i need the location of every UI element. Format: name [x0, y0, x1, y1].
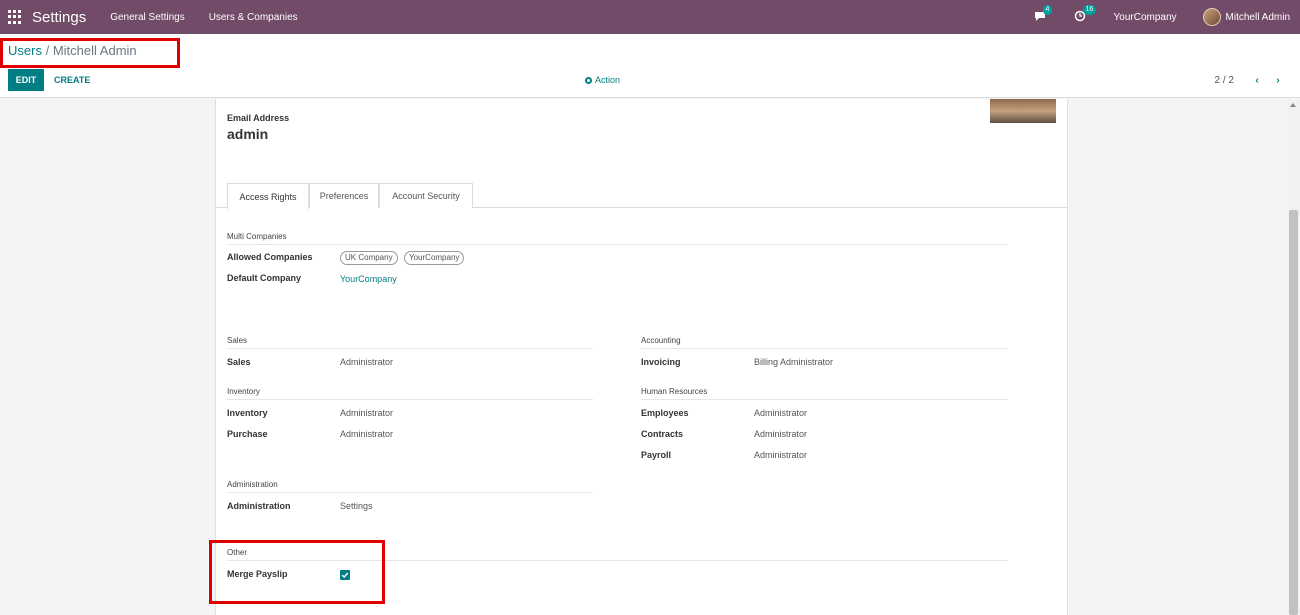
- section-human-resources: Human Resources: [641, 387, 1008, 400]
- purchase-label: Purchase: [227, 429, 268, 439]
- user-name: Mitchell Admin: [1225, 11, 1290, 23]
- section-multi-companies: Multi Companies: [227, 232, 1008, 245]
- employees-value[interactable]: Administrator: [754, 408, 807, 418]
- tab-account-security[interactable]: Account Security: [379, 183, 473, 208]
- inventory-value[interactable]: Administrator: [340, 408, 393, 418]
- contracts-label: Contracts: [641, 429, 684, 439]
- section-administration: Administration: [227, 480, 593, 493]
- form-sheet: Email Address admin Access Rights Prefer…: [215, 99, 1068, 615]
- apps-menu-icon[interactable]: [8, 10, 22, 24]
- employees-label: Employees: [641, 408, 689, 418]
- control-panel: Users / Mitchell Admin EDIT CREATE Actio…: [0, 34, 1300, 98]
- pager-next-button[interactable]: ›: [1271, 69, 1285, 91]
- invoicing-label: Invoicing: [641, 357, 681, 367]
- scroll-thumb[interactable]: [1289, 210, 1298, 615]
- action-label: Action: [595, 75, 621, 85]
- top-navbar: Settings General Settings Users & Compan…: [0, 0, 1300, 34]
- pager-previous-button[interactable]: ‹: [1250, 69, 1264, 91]
- activities-icon[interactable]: 16: [1074, 5, 1097, 24]
- breadcrumb-users-link[interactable]: Users: [8, 43, 42, 58]
- merge-payslip-checkbox[interactable]: [340, 570, 350, 580]
- section-sales: Sales: [227, 336, 593, 349]
- section-accounting: Accounting: [641, 336, 1008, 349]
- company-tag-uk[interactable]: UK Company: [340, 251, 398, 265]
- company-switcher[interactable]: YourCompany: [1114, 12, 1177, 23]
- create-button[interactable]: CREATE: [54, 69, 90, 91]
- company-tag-yourcompany[interactable]: YourCompany: [404, 251, 465, 265]
- checkmark-icon: [341, 572, 349, 578]
- allowed-companies-label: Allowed Companies: [227, 252, 313, 262]
- purchase-value[interactable]: Administrator: [340, 429, 393, 439]
- sales-value[interactable]: Administrator: [340, 357, 393, 367]
- action-menu-button[interactable]: Action: [585, 69, 620, 91]
- breadcrumb-current: Mitchell Admin: [52, 43, 137, 58]
- payroll-value[interactable]: Administrator: [754, 450, 807, 460]
- default-company-label: Default Company: [227, 273, 302, 283]
- activities-badge: 16: [1082, 5, 1097, 15]
- sales-label: Sales: [227, 357, 251, 367]
- tab-access-rights[interactable]: Access Rights: [227, 183, 309, 209]
- contracts-value[interactable]: Administrator: [754, 429, 807, 439]
- scroll-up-arrow-icon[interactable]: [1290, 103, 1296, 107]
- form-tabs: Access Rights Preferences Account Securi…: [216, 183, 1067, 209]
- email-value: admin: [227, 126, 269, 142]
- payroll-label: Payroll: [641, 450, 672, 460]
- user-avatar: [1202, 8, 1221, 26]
- section-other: Other: [227, 548, 1008, 561]
- breadcrumb-separator: /: [45, 43, 50, 58]
- breadcrumb: Users / Mitchell Admin: [8, 43, 137, 58]
- default-company-value[interactable]: YourCompany: [340, 274, 397, 284]
- app-title[interactable]: Settings: [32, 9, 86, 26]
- menu-general-settings[interactable]: General Settings: [110, 12, 185, 23]
- messages-icon[interactable]: 4: [1034, 5, 1053, 24]
- edit-button[interactable]: EDIT: [8, 69, 44, 91]
- pager-value: 2 / 2: [1214, 74, 1234, 86]
- user-menu[interactable]: Mitchell Admin: [1202, 8, 1290, 26]
- menu-users-companies[interactable]: Users & Companies: [209, 12, 298, 23]
- administration-value[interactable]: Settings: [340, 501, 373, 511]
- email-label: Email Address: [227, 113, 290, 123]
- inventory-label: Inventory: [227, 408, 268, 418]
- messages-badge: 4: [1042, 5, 1053, 15]
- invoicing-value[interactable]: Billing Administrator: [754, 357, 833, 367]
- administration-label: Administration: [227, 501, 291, 511]
- section-inventory: Inventory: [227, 387, 593, 400]
- chevron-left-icon: ‹: [1255, 74, 1259, 86]
- gear-icon: [585, 76, 592, 84]
- user-photo[interactable]: [990, 99, 1056, 123]
- merge-payslip-label: Merge Payslip: [227, 569, 288, 579]
- page-scrollbar[interactable]: [1287, 99, 1300, 615]
- tab-preferences[interactable]: Preferences: [309, 183, 379, 208]
- chevron-right-icon: ›: [1276, 74, 1280, 86]
